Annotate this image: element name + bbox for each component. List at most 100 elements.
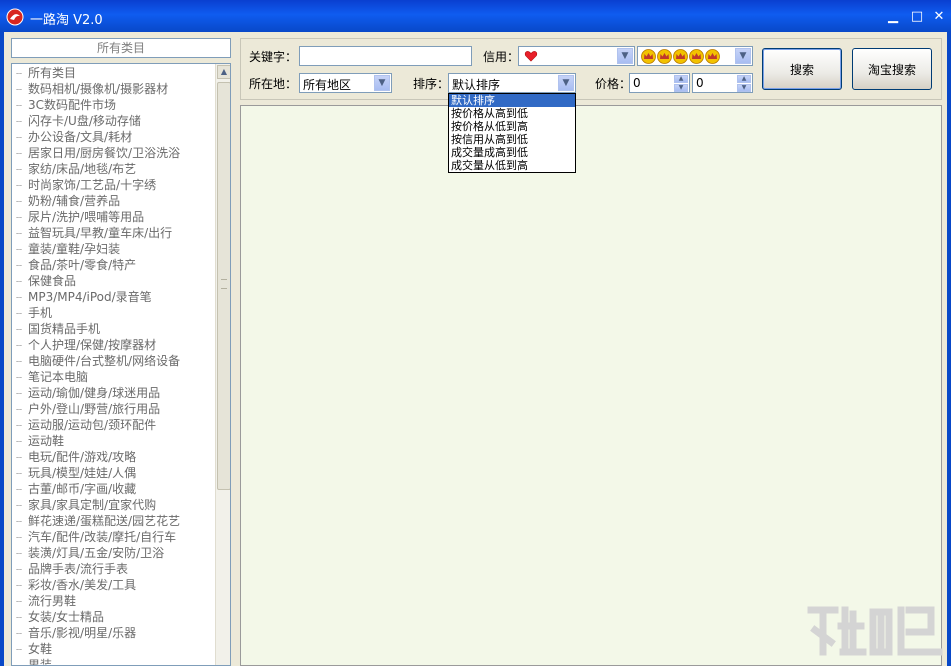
category-label: 古董/邮币/字画/收藏 [28, 482, 137, 496]
sort-option[interactable]: 按价格从低到高 [449, 120, 575, 133]
category-label: 流行男鞋 [28, 594, 77, 608]
category-label: MP3/MP4/iPod/录音笔 [28, 290, 152, 304]
crown-rating [641, 49, 721, 65]
taobao-search-button[interactable]: 淘宝搜索 [852, 48, 932, 90]
maximize-button[interactable]: □ [908, 8, 926, 26]
sort-option[interactable]: 默认排序 [449, 94, 575, 107]
category-item[interactable]: ┄ 手机 [16, 305, 211, 321]
sort-select[interactable]: 默认排序 ▼ [448, 73, 576, 93]
category-label: 彩妆/香水/美发/工具 [28, 578, 137, 592]
spin-up-icon[interactable]: ▲ [737, 75, 751, 83]
sort-value: 默认排序 [452, 78, 501, 92]
close-button[interactable]: ✕ [930, 8, 948, 26]
category-item[interactable]: ┄ 办公设备/文具/耗材 [16, 129, 211, 145]
category-item[interactable]: ┄ 国货精品手机 [16, 321, 211, 337]
category-item[interactable]: ┄ 女装/女士精品 [16, 609, 211, 625]
category-item[interactable]: ┄ 3C数码配件市场 [16, 97, 211, 113]
category-item[interactable]: ┄ 家纺/床品/地毯/布艺 [16, 161, 211, 177]
category-item[interactable]: ┄ 家具/家具定制/宜家代购 [16, 497, 211, 513]
chevron-down-icon[interactable]: ▼ [617, 48, 633, 64]
category-label: 鲜花速递/蛋糕配送/园艺花艺 [28, 514, 181, 528]
chevron-down-icon[interactable]: ▼ [374, 75, 390, 91]
category-label: 3C数码配件市场 [28, 98, 117, 112]
category-label: 食品/茶叶/零食/特产 [28, 258, 137, 272]
category-item[interactable]: ┄男装 [16, 657, 211, 665]
category-item[interactable]: ┄ 奶粉/辅食/营养品 [16, 193, 211, 209]
category-label: 童装/童鞋/孕妇装 [28, 242, 121, 256]
minimize-button[interactable]: ▁ [884, 8, 902, 26]
location-select[interactable]: 所有地区 ▼ [299, 73, 392, 93]
sort-option[interactable]: 按价格从高到低 [449, 107, 575, 120]
category-item[interactable]: ┄ 所有类目 [16, 65, 211, 81]
category-item[interactable]: ┄ 笔记本电脑 [16, 369, 211, 385]
category-label: 运动鞋 [28, 434, 65, 448]
price-min-value: 0 [633, 76, 641, 90]
category-list: ┄ 所有类目 ┄ 数码相机/摄像机/摄影器材 ┄ 3C数码配件市场 ┄ 闪存卡/U盘/移动存储… [16, 65, 211, 665]
category-item[interactable]: ┄ 运动鞋 [16, 433, 211, 449]
category-item[interactable]: ┄ 运动/瑜伽/健身/球迷用品 [16, 385, 211, 401]
chevron-down-icon[interactable]: ▼ [735, 48, 751, 64]
category-label: 装潢/灯具/五金/安防/卫浴 [28, 546, 165, 560]
spin-down-icon[interactable]: ▼ [737, 84, 751, 92]
credit-min-select[interactable]: ▼ [518, 46, 635, 66]
price-max-value: 0 [696, 76, 704, 90]
category-item[interactable]: ┄ 童装/童鞋/孕妇装 [16, 241, 211, 257]
category-label: 奶粉/辅食/营养品 [28, 194, 121, 208]
price-max-stepper[interactable]: 0 ▲ ▼ [692, 73, 753, 93]
category-label: 户外/登山/野营/旅行用品 [28, 402, 161, 416]
category-tree[interactable]: ┄ 所有类目 ┄ 数码相机/摄像机/摄影器材 ┄ 3C数码配件市场 ┄ 闪存卡/U盘/移动存储… [11, 63, 231, 666]
sort-option[interactable]: 成交量成高到低 [449, 146, 575, 159]
sort-option[interactable]: 成交量从低到高 [449, 159, 575, 172]
category-scrollbar[interactable]: ▲ [215, 64, 230, 665]
crown-icon [657, 49, 672, 64]
category-item[interactable]: ┄ 音乐/影视/明星/乐器 [16, 625, 211, 641]
category-item[interactable]: ┄ 户外/登山/野营/旅行用品 [16, 401, 211, 417]
category-item[interactable]: ┄ 流行男鞋 [16, 593, 211, 609]
sort-option[interactable]: 按信用从高到低 [449, 133, 575, 146]
category-item[interactable]: ┄ 装潢/灯具/五金/安防/卫浴 [16, 545, 211, 561]
scroll-up-arrow-icon[interactable]: ▲ [217, 65, 230, 79]
category-item[interactable]: ┄ 鲜花速递/蛋糕配送/园艺花艺 [16, 513, 211, 529]
location-value: 所有地区 [303, 78, 352, 92]
price-min-stepper[interactable]: 0 ▲ ▼ [629, 73, 690, 93]
category-item[interactable]: ┄ 品牌手表/流行手表 [16, 561, 211, 577]
category-item[interactable]: ┄ 古董/邮币/字画/收藏 [16, 481, 211, 497]
category-label: 女鞋 [28, 642, 53, 656]
category-item[interactable]: ┄ 玩具/模型/娃娃/人偶 [16, 465, 211, 481]
category-item[interactable]: ┄ 个人护理/保健/按摩器材 [16, 337, 211, 353]
spin-down-icon[interactable]: ▼ [674, 84, 688, 92]
category-item[interactable]: ┄ 闪存卡/U盘/移动存储 [16, 113, 211, 129]
chevron-down-icon[interactable]: ▼ [558, 75, 574, 91]
category-item[interactable]: ┄ 电玩/配件/游戏/攻略 [16, 449, 211, 465]
results-area[interactable] [240, 105, 942, 666]
category-item[interactable]: ┄ 保健食品 [16, 273, 211, 289]
category-label: 益智玩具/早教/童车床/出行 [28, 226, 173, 240]
category-item[interactable]: ┄ 数码相机/摄像机/摄影器材 [16, 81, 211, 97]
search-button[interactable]: 搜索 [762, 48, 842, 90]
category-label: 品牌手表/流行手表 [28, 562, 129, 576]
category-item[interactable]: ┄ 尿片/洗护/喂哺等用品 [16, 209, 211, 225]
category-item[interactable]: ┄ 电脑硬件/台式整机/网络设备 [16, 353, 211, 369]
category-item[interactable]: ┄ MP3/MP4/iPod/录音笔 [16, 289, 211, 305]
category-item[interactable]: ┄ 益智玩具/早教/童车床/出行 [16, 225, 211, 241]
category-item[interactable]: ┄ 运动服/运动包/颈环配件 [16, 417, 211, 433]
category-item[interactable]: ┄ 彩妆/香水/美发/工具 [16, 577, 211, 593]
category-header: 所有类目 [11, 38, 231, 58]
category-item[interactable]: ┄ 居家日用/厨房餐饮/卫浴洗浴 [16, 145, 211, 161]
credit-max-select[interactable]: ▼ [637, 46, 753, 66]
keyword-input[interactable] [299, 46, 472, 66]
category-item[interactable]: ┄ 食品/茶叶/零食/特产 [16, 257, 211, 273]
window-frame-left [0, 32, 4, 666]
scroll-thumb[interactable] [217, 82, 230, 490]
category-label: 运动/瑜伽/健身/球迷用品 [28, 386, 161, 400]
category-label: 尿片/洗护/喂哺等用品 [28, 210, 145, 224]
category-item[interactable]: ┄ 汽车/配件/改装/摩托/自行车 [16, 529, 211, 545]
category-item[interactable]: ┄ 时尚家饰/工艺品/十字绣 [16, 177, 211, 193]
location-label: 所在地： [249, 77, 298, 91]
crown-icon [673, 49, 688, 64]
spin-up-icon[interactable]: ▲ [674, 75, 688, 83]
window-frame-right [947, 32, 951, 666]
category-item[interactable]: ┄ 女鞋 [16, 641, 211, 657]
category-label: 数码相机/摄像机/摄影器材 [28, 82, 169, 96]
heart-icon [524, 51, 538, 62]
